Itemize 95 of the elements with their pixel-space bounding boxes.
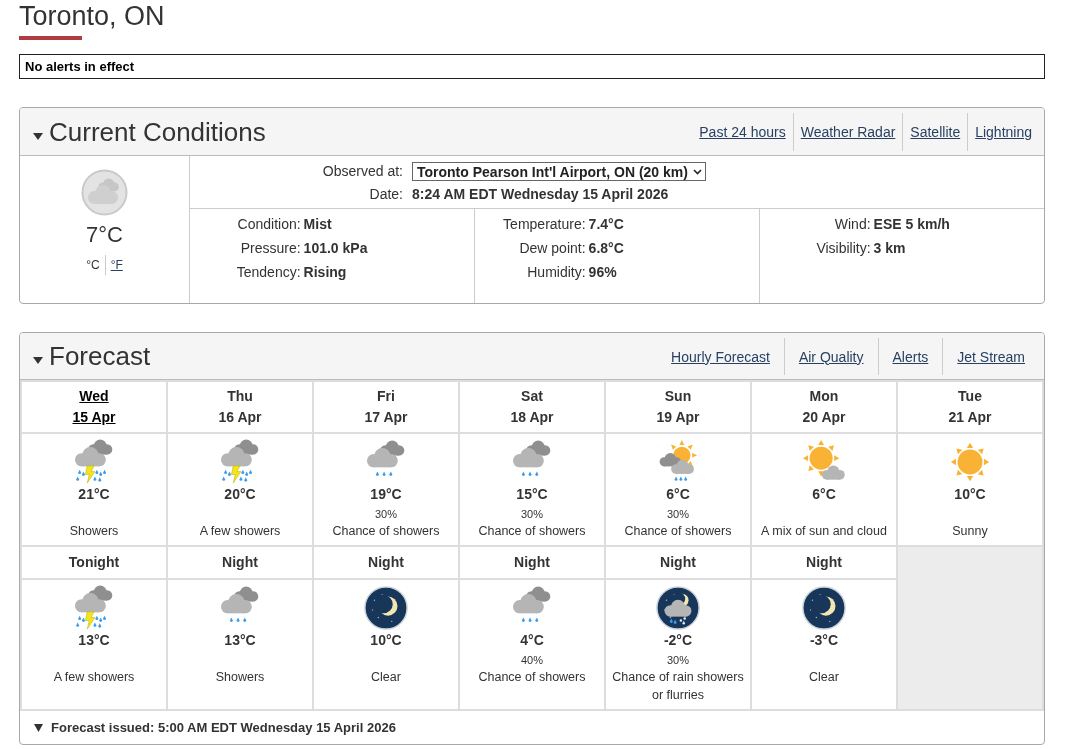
forecast-day[interactable]: Mon — [809, 386, 839, 407]
forecast-date[interactable]: 17 Apr — [364, 407, 408, 428]
observation-label: Observed at: — [321, 162, 404, 181]
forecast-summary: Sunny — [952, 523, 988, 540]
observation-label: Condition: — [236, 215, 302, 234]
forecast-date[interactable]: 15 Apr — [72, 407, 116, 428]
unit-label: °C — [86, 257, 100, 274]
forecast-temperature: -2°C — [663, 631, 693, 649]
forecast-day[interactable]: Sun — [664, 386, 692, 407]
page-title: Toronto, ON — [19, 0, 165, 32]
forecast-summary: A few showers — [53, 669, 135, 686]
moon-icon — [363, 585, 409, 631]
precipitation-chance: 40% — [521, 653, 543, 668]
forecast-summary: Clear — [809, 669, 839, 686]
observation-value: Rising — [303, 263, 347, 282]
section-title: Forecast — [49, 340, 151, 372]
forecast-temperature: 6°C — [812, 485, 836, 503]
precipitation-chance: 30% — [667, 507, 689, 522]
forecast-temperature: 21°C — [78, 485, 110, 503]
observation-value: 6.8°C — [588, 239, 624, 258]
observation-value: ESE 5 km/h — [873, 215, 950, 234]
forecast-temperature: 4°C — [520, 631, 544, 649]
forecast-summary: Chance of showers — [478, 523, 586, 540]
observation-label: Date: — [368, 185, 404, 204]
alert-banner: No alerts in effect — [19, 54, 1045, 79]
chevron-down-icon — [692, 168, 702, 175]
caret-down-icon[interactable] — [33, 132, 43, 140]
header-link[interactable]: Lightning — [967, 113, 1039, 151]
header-link[interactable]: Satellite — [902, 113, 968, 151]
forecast-temperature: 13°C — [78, 631, 110, 649]
night-label: Night — [514, 553, 550, 572]
header-link[interactable]: Weather Radar — [792, 113, 903, 151]
observation-label: Temperature: — [502, 215, 587, 234]
precipitation-chance: 30% — [375, 507, 397, 522]
forecast-date[interactable]: 21 Apr — [948, 407, 992, 428]
observation-label: Tendency: — [235, 263, 302, 282]
forecast-day[interactable]: Thu — [227, 386, 253, 407]
header-link[interactable]: Past 24 hours — [692, 113, 793, 151]
forecast-summary: Chance of rain showers or flurries — [611, 669, 745, 704]
forecast-temperature: 13°C — [224, 631, 256, 649]
forecast-temperature: 15°C — [516, 485, 548, 503]
forecast-date[interactable]: 19 Apr — [656, 407, 700, 428]
forecast-summary: Showers — [69, 523, 119, 540]
observation-label: Visibility: — [815, 239, 872, 258]
forecast-summary: Clear — [371, 669, 401, 686]
unit-link[interactable]: °F — [110, 256, 123, 274]
forecast-temperature: 20°C — [224, 485, 256, 503]
station-select[interactable]: Toronto Pearson Int'l Airport, ON (20 km) — [412, 162, 706, 181]
forecast-temperature: 19°C — [370, 485, 402, 503]
caret-down-icon[interactable] — [34, 723, 43, 732]
observation-value: 101.0 kPa — [303, 239, 368, 258]
precipitation-chance: 30% — [667, 653, 689, 668]
forecast-temperature: 10°C — [370, 631, 402, 649]
forecast-summary: Showers — [215, 669, 265, 686]
observation-value: 7.4°C — [588, 215, 624, 234]
night-label: Tonight — [68, 553, 120, 572]
header-link[interactable]: Air Quality — [783, 338, 878, 375]
forecast-summary: Chance of showers — [624, 523, 732, 540]
forecast-summary: Chance of showers — [332, 523, 440, 540]
forecast-summary: Chance of showers — [478, 669, 586, 686]
observation-value: 8:24 AM EDT Wednesday 15 April 2026 — [412, 185, 669, 204]
night-label: Night — [660, 553, 696, 572]
observation-label: Humidity: — [526, 263, 587, 282]
forecast-temperature: 6°C — [666, 485, 690, 503]
forecast-issued-text: Forecast issued: 5:00 AM EDT Wednesday 15 April 2026 — [51, 720, 396, 735]
observation-value: Mist — [303, 215, 332, 234]
forecast-summary: A few showers — [199, 523, 281, 540]
forecast-date[interactable]: 20 Apr — [802, 407, 846, 428]
header-link[interactable]: Jet Stream — [942, 338, 1039, 375]
moon-icon — [801, 585, 847, 631]
observation-label: Pressure: — [239, 239, 302, 258]
forecast-temperature: 10°C — [954, 485, 986, 503]
night-label: Night — [806, 553, 842, 572]
forecast-temperature: -3°C — [809, 631, 839, 649]
cloud-disc-icon — [81, 169, 128, 216]
forecast-day[interactable]: Fri — [377, 386, 395, 407]
current-temperature: 7°C — [86, 222, 123, 248]
section-title: Current Conditions — [49, 115, 266, 148]
observation-label: Wind: — [833, 215, 872, 234]
header-link[interactable]: Alerts — [877, 338, 943, 375]
caret-down-icon[interactable] — [33, 357, 43, 364]
forecast-day[interactable]: Tue — [958, 386, 982, 407]
observation-label: Dew point: — [518, 239, 587, 258]
precipitation-chance: 30% — [521, 507, 543, 522]
header-link[interactable]: Hourly Forecast — [657, 338, 784, 375]
observation-value: 3 km — [873, 239, 906, 258]
forecast-summary: A mix of sun and cloud — [761, 523, 887, 540]
forecast-day[interactable]: Wed — [79, 386, 109, 407]
forecast-day[interactable]: Sat — [521, 386, 543, 407]
forecast-date[interactable]: 18 Apr — [510, 407, 554, 428]
moon-cloud-icon — [655, 585, 701, 631]
forecast-date[interactable]: 16 Apr — [218, 407, 262, 428]
night-label: Night — [368, 553, 404, 572]
night-label: Night — [222, 553, 258, 572]
observation-value: 96% — [588, 263, 617, 282]
